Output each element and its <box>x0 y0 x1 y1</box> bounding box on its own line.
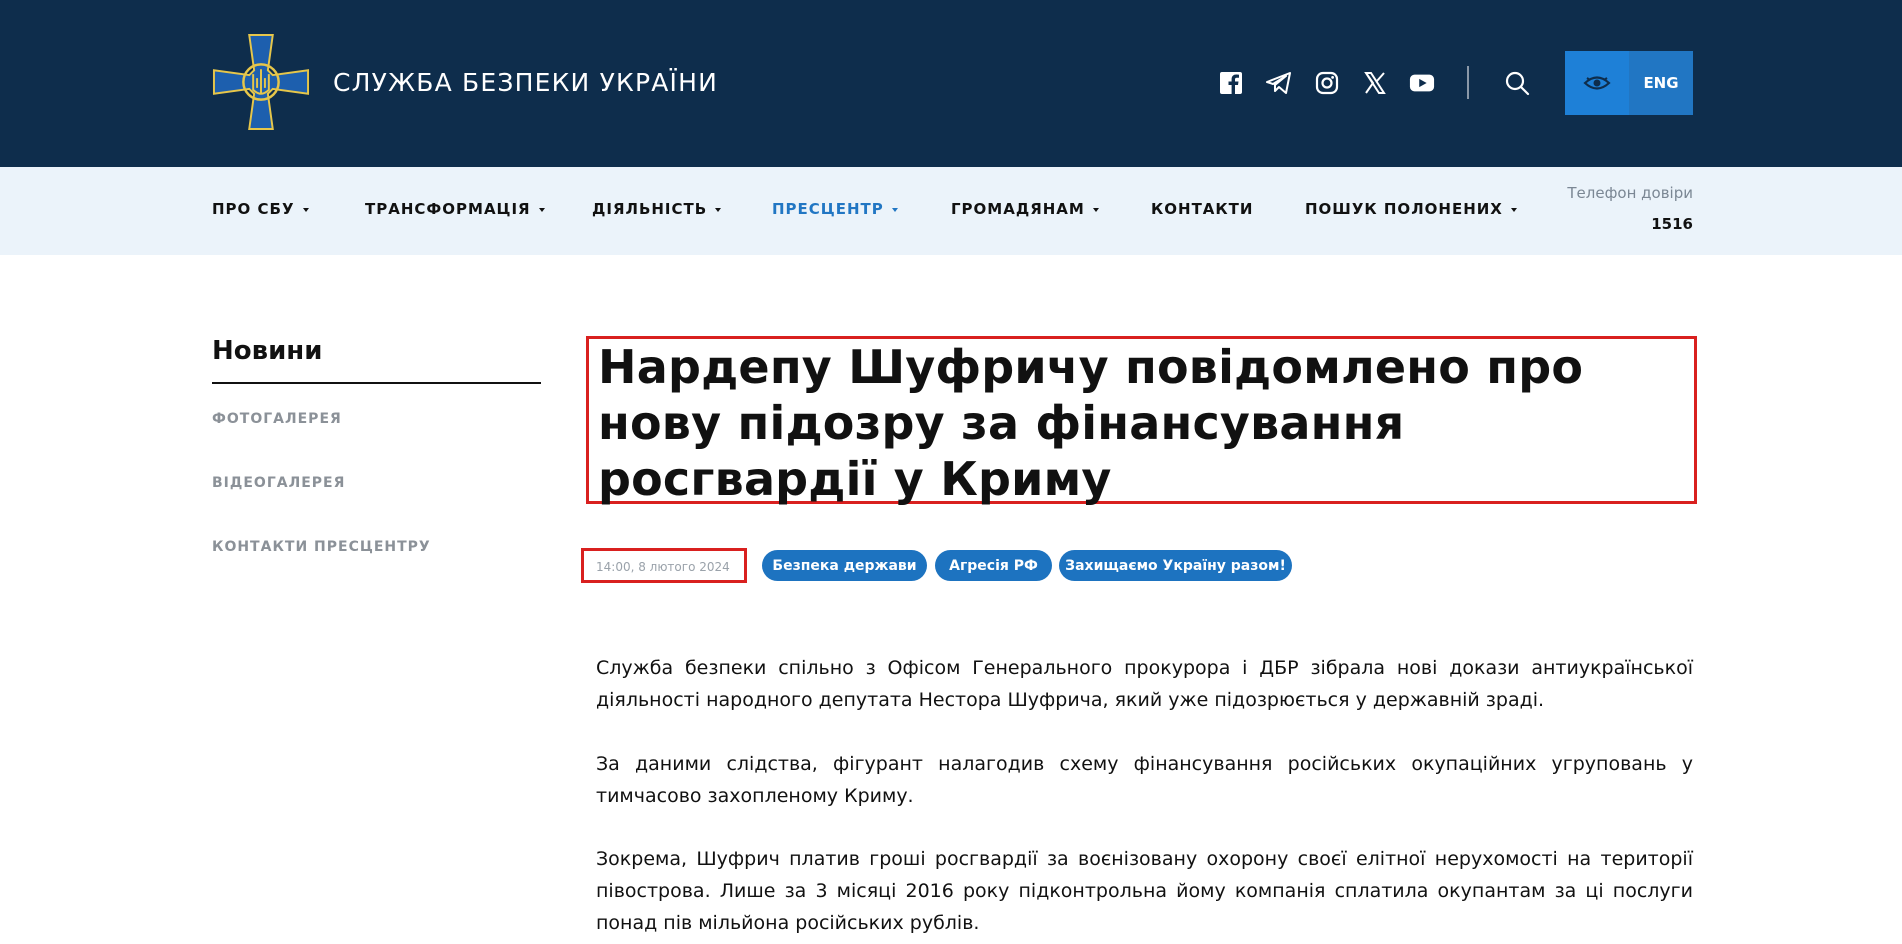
nav-item-transformation[interactable]: ТРАНСФОРМАЦІЯ <box>365 200 545 218</box>
caret-down-icon <box>1092 207 1099 212</box>
trust-phone-number[interactable]: 1516 <box>1651 215 1693 233</box>
caret-down-icon <box>538 207 545 212</box>
header-divider <box>1467 66 1469 99</box>
article-paragraph: Зокрема, Шуфрич платив гроші росгвардії … <box>596 848 1693 934</box>
article-date: 14:00, 8 лютого 2024 <box>596 560 730 574</box>
youtube-icon[interactable] <box>1409 70 1435 96</box>
sbu-emblem-logo[interactable] <box>212 33 310 131</box>
sidebar-divider <box>212 382 541 384</box>
caret-down-icon <box>302 207 309 212</box>
nav-item-contacts[interactable]: КОНТАКТИ <box>1151 200 1253 218</box>
nav-item-citizens[interactable]: ГРОМАДЯНАМ <box>951 200 1099 218</box>
nav-item-about[interactable]: ПРО СБУ <box>212 200 309 218</box>
trust-phone-label: Телефон довіри <box>1567 184 1693 202</box>
x-icon[interactable] <box>1362 70 1388 96</box>
tag-state-security[interactable]: Безпека держави <box>762 550 927 581</box>
accessibility-eye-button[interactable] <box>1565 51 1629 115</box>
nav-item-presscenter[interactable]: ПРЕСЦЕНТР <box>772 200 898 218</box>
site-header: СЛУЖБА БЕЗПЕКИ УКРАЇНИ ENG <box>0 0 1902 167</box>
caret-down-icon <box>891 207 898 212</box>
search-icon[interactable] <box>1504 70 1530 96</box>
nav-item-prisoner-search[interactable]: ПОШУК ПОЛОНЕНИХ <box>1305 200 1517 218</box>
article-title: Нардепу Шуфричу повідомлено про нову під… <box>598 340 1584 506</box>
telegram-icon[interactable] <box>1266 70 1292 96</box>
instagram-icon[interactable] <box>1314 70 1340 96</box>
facebook-icon[interactable] <box>1218 70 1244 96</box>
sidebar-link-video-gallery[interactable]: ВІДЕОГАЛЕРЕЯ <box>212 475 345 491</box>
caret-down-icon <box>715 207 722 212</box>
site-title[interactable]: СЛУЖБА БЕЗПЕКИ УКРАЇНИ <box>333 68 718 97</box>
eye-icon <box>1583 76 1611 90</box>
tag-rf-aggression[interactable]: Агресія РФ <box>935 550 1052 581</box>
sidebar-link-press-contacts[interactable]: КОНТАКТИ ПРЕСЦЕНТРУ <box>212 539 431 555</box>
sidebar-link-photo-gallery[interactable]: ФОТОГАЛЕРЕЯ <box>212 411 342 427</box>
tag-defend-ukraine[interactable]: Захищаємо Україну разом! <box>1059 550 1292 581</box>
caret-down-icon <box>1510 207 1517 212</box>
article-paragraph: Служба безпеки спільно з Офісом Генераль… <box>596 657 1693 711</box>
sidebar-title-news[interactable]: Новини <box>212 336 322 366</box>
language-switch-button[interactable]: ENG <box>1629 51 1693 115</box>
nav-item-activity[interactable]: ДІЯЛЬНІСТЬ <box>592 200 722 218</box>
article-paragraph: За даними слідства, фігурант налагодив с… <box>596 753 1693 807</box>
